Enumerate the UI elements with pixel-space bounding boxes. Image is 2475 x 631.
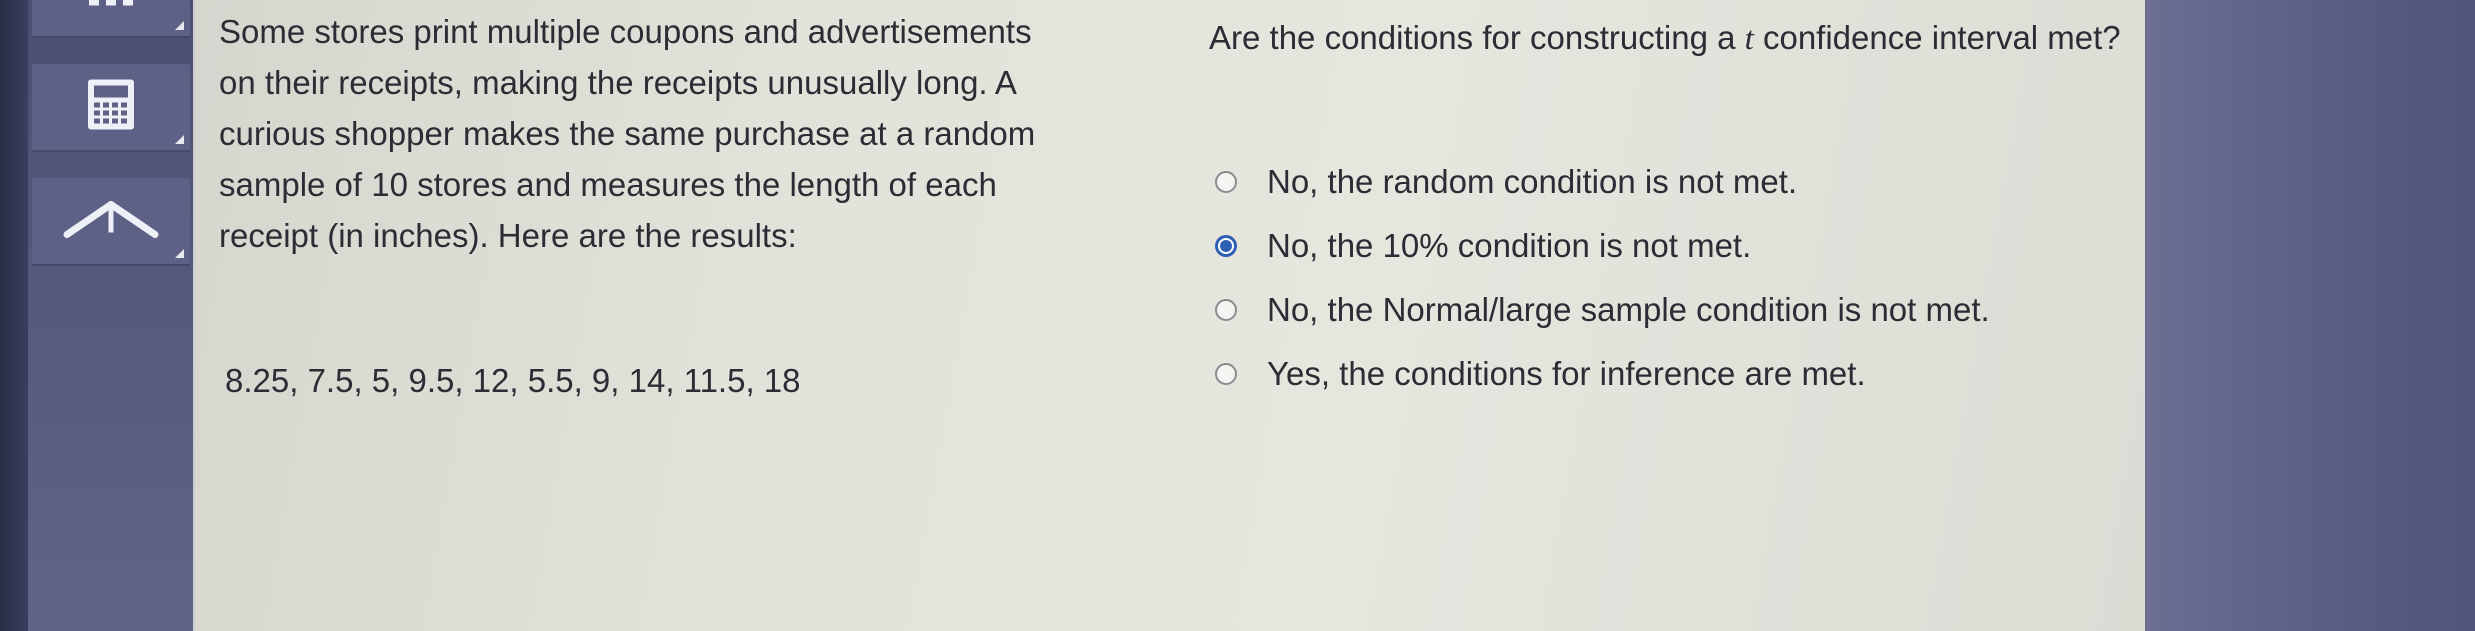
tool-sidebar: [28, 0, 193, 631]
stem-line: on their receipts, making the receipts u…: [219, 64, 1017, 101]
stem-line: Some stores print multiple coupons and a…: [219, 13, 1032, 50]
t-symbol: t: [1744, 21, 1754, 57]
expand-corner-icon: [175, 249, 184, 258]
prompt-text: Are the conditions for constructing a: [1209, 19, 1745, 56]
radio-button[interactable]: [1215, 171, 1237, 193]
question-prompt: Are the conditions for constructing a t …: [1209, 12, 2129, 65]
question-panel: Some stores print multiple coupons and a…: [195, 0, 2145, 631]
option-label: No, the 10% condition is not met.: [1267, 227, 1752, 264]
stem-line: sample of 10 stores and measures the len…: [219, 166, 997, 203]
option-label: Yes, the conditions for inference are me…: [1267, 355, 1866, 392]
option-label: No, the random condition is not met.: [1267, 163, 1798, 200]
calculator-button[interactable]: [32, 64, 190, 152]
stem-line: receipt (in inches). Here are the result…: [219, 217, 797, 254]
expand-corner-icon: [175, 21, 184, 30]
tool-button-top[interactable]: [32, 0, 190, 38]
answer-option-normal[interactable]: No, the Normal/large sample condition is…: [1215, 278, 2115, 342]
option-label: No, the Normal/large sample condition is…: [1267, 291, 1990, 328]
answer-option-10-percent[interactable]: No, the 10% condition is not met.: [1215, 214, 2115, 278]
screen-bezel: [0, 0, 30, 631]
collapse-button[interactable]: [32, 178, 190, 266]
answer-choices: No, the random condition is not met. No,…: [1215, 150, 2115, 406]
chevron-up-icon: [61, 199, 161, 244]
question-stem: Some stores print multiple coupons and a…: [219, 6, 1179, 261]
radio-button-selected[interactable]: [1215, 235, 1237, 257]
calculator-icon: [86, 78, 136, 137]
prompt-text: confidence interval met?: [1753, 19, 2121, 56]
right-margin: [2145, 0, 2475, 631]
stem-line: curious shopper makes the same purchase …: [219, 115, 1036, 152]
answer-option-random[interactable]: No, the random condition is not met.: [1215, 150, 2115, 214]
answer-option-yes[interactable]: Yes, the conditions for inference are me…: [1215, 342, 2115, 406]
receipt-lengths-data: 8.25, 7.5, 5, 9.5, 12, 5.5, 9, 14, 11.5,…: [225, 362, 801, 399]
expand-corner-icon: [175, 135, 184, 144]
radio-button[interactable]: [1215, 363, 1237, 385]
screen: Some stores print multiple coupons and a…: [0, 0, 2475, 631]
radio-button[interactable]: [1215, 299, 1237, 321]
dots-icon: [81, 0, 141, 14]
